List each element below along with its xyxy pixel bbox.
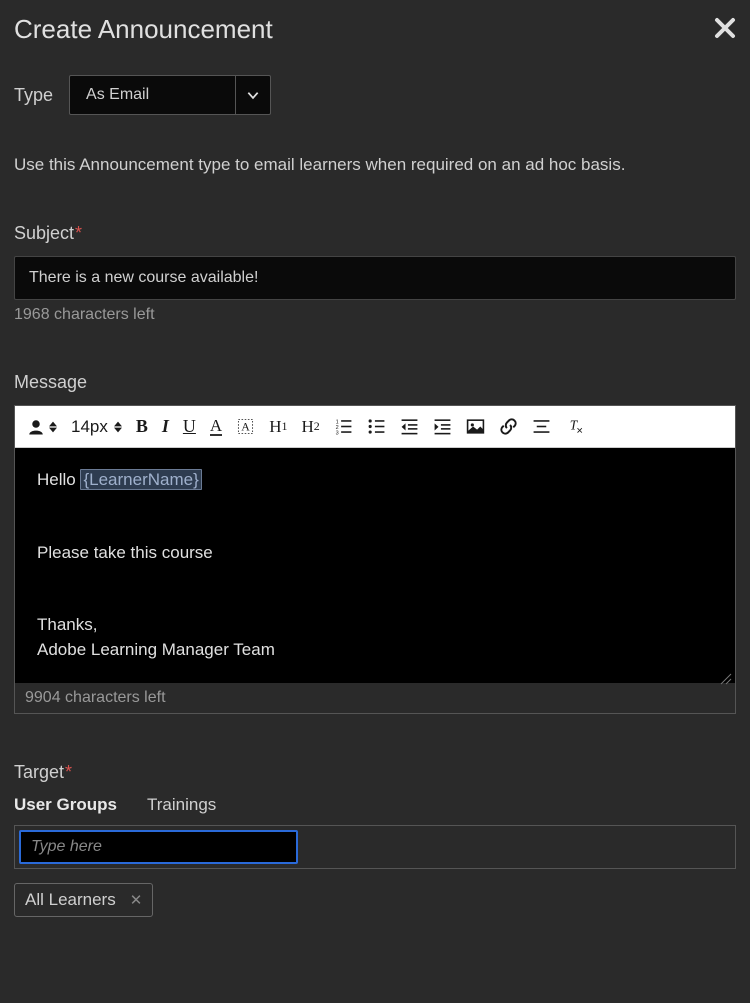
target-label: Target*	[14, 762, 736, 783]
align-button[interactable]	[532, 417, 551, 436]
type-select-value: As Email	[70, 76, 235, 114]
type-select[interactable]: As Email	[69, 75, 271, 115]
underline-button[interactable]: U	[183, 416, 196, 437]
chip-remove-icon[interactable]: ✕	[130, 891, 143, 909]
user-placeholder-button[interactable]	[27, 418, 57, 436]
text-color-button[interactable]: A	[210, 417, 222, 436]
message-char-counter: 9904 characters left	[19, 689, 731, 707]
type-help-text: Use this Announcement type to email lear…	[14, 155, 736, 175]
editor-text: Hello	[37, 470, 80, 489]
italic-button[interactable]: I	[162, 416, 169, 437]
font-size-select[interactable]: 14px	[71, 417, 122, 437]
resize-handle-icon[interactable]	[720, 668, 732, 680]
indent-button[interactable]	[433, 417, 452, 436]
message-editor[interactable]: Hello {LearnerName} Please take this cou…	[15, 448, 735, 683]
heading1-button[interactable]: H1	[269, 417, 287, 437]
outdent-button[interactable]	[400, 417, 419, 436]
subject-label: Subject*	[14, 223, 736, 244]
target-search-input[interactable]	[19, 830, 298, 864]
modal-title: Create Announcement	[14, 14, 273, 45]
svg-text:A: A	[241, 419, 250, 433]
message-label: Message	[14, 372, 736, 393]
svg-text:✕: ✕	[576, 426, 583, 436]
subject-input[interactable]	[14, 256, 736, 300]
chip-all-learners[interactable]: All Learners ✕	[14, 883, 153, 917]
editor-text: Thanks,	[37, 613, 713, 638]
heading2-button[interactable]: H2	[301, 417, 319, 437]
ordered-list-button[interactable]: 123	[334, 417, 353, 436]
tab-trainings[interactable]: Trainings	[147, 795, 216, 815]
close-icon[interactable]	[714, 15, 736, 45]
editor-text: Adobe Learning Manager Team	[37, 638, 713, 663]
link-button[interactable]	[499, 417, 518, 436]
editor-toolbar: 14px B I U A A H1 H2 123	[15, 406, 735, 448]
bold-button[interactable]: B	[136, 416, 148, 437]
image-button[interactable]	[466, 417, 485, 436]
learner-name-token[interactable]: {LearnerName}	[80, 469, 201, 490]
subject-char-counter: 1968 characters left	[14, 306, 736, 324]
svg-text:3: 3	[335, 430, 338, 436]
tab-user-groups[interactable]: User Groups	[14, 795, 117, 815]
target-input-container	[14, 825, 736, 869]
type-label: Type	[14, 85, 53, 106]
editor-text: Please take this course	[37, 541, 713, 566]
unordered-list-button[interactable]	[367, 417, 386, 436]
clear-format-button[interactable]: T✕	[565, 417, 584, 436]
highlight-button[interactable]: A	[236, 417, 255, 436]
chevron-down-icon	[235, 76, 270, 114]
